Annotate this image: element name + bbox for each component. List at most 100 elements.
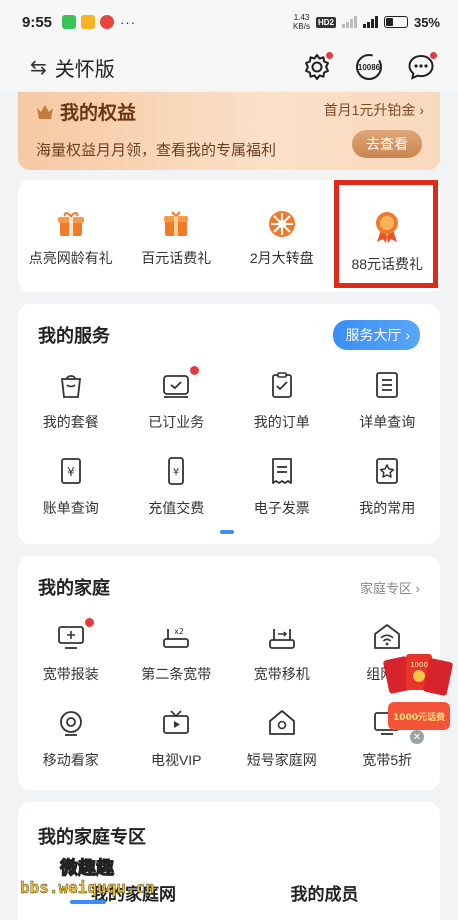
family-item[interactable]: 短号家庭网 xyxy=(229,704,335,790)
family-zone-title: 我的家庭专区 xyxy=(38,827,146,847)
bag-icon xyxy=(60,375,81,398)
messages-button[interactable] xyxy=(406,52,437,82)
family-label: 短号家庭网 xyxy=(246,752,317,768)
highlight-box xyxy=(334,180,438,288)
promo-label: 百元话费礼 xyxy=(141,250,212,266)
service-hall-button[interactable]: 服务大厅 › xyxy=(333,320,420,350)
family-label: 宽带报装 xyxy=(42,666,99,682)
benefits-banner[interactable]: 我的权益 首月1元升铂金 › 海量权益月月领，查看我的专属福利 去查看 xyxy=(18,92,440,170)
family-label: 电视VIP xyxy=(150,752,202,768)
service-label: 充值交费 xyxy=(148,500,205,516)
service-item[interactable]: 我的订单 xyxy=(229,366,335,452)
status-time: 9:55 xyxy=(22,13,53,31)
family-zone-link[interactable]: 家庭专区 › xyxy=(360,578,420,597)
hotline-button[interactable]: 10086 xyxy=(354,52,384,82)
service-item[interactable]: ¥ 账单查询 xyxy=(18,452,124,538)
gift-icon xyxy=(57,212,84,236)
star-doc-icon xyxy=(376,458,399,484)
list-icon xyxy=(376,372,399,398)
benefits-title: 我的权益 xyxy=(60,103,137,124)
service-item[interactable]: 我的常用 xyxy=(335,452,441,538)
view-benefits-button[interactable]: 去查看 xyxy=(352,130,422,158)
promo-item[interactable]: 百元话费礼 xyxy=(124,180,230,292)
family-item[interactable]: 移动看家 xyxy=(18,704,124,790)
battery-icon xyxy=(383,16,408,28)
switch-mode-icon[interactable]: ⇆ xyxy=(30,55,47,80)
service-label: 我的常用 xyxy=(359,500,416,516)
watermark-url: bbs.weiququ.cn xyxy=(20,878,155,897)
notification-dot xyxy=(430,52,437,59)
chevron-right-icon: › xyxy=(415,580,420,596)
family-label: 第二条宽带 xyxy=(141,666,212,682)
service-label: 详单查询 xyxy=(359,414,416,430)
network-speed: 1.43 KB/s xyxy=(293,13,310,31)
gift-box-icon xyxy=(164,211,189,236)
signal-5g-icon xyxy=(362,16,378,28)
notification-dot xyxy=(84,618,94,627)
family-title: 我的家庭 xyxy=(38,578,110,598)
service-label: 电子发票 xyxy=(253,500,310,516)
service-label: 已订业务 xyxy=(148,414,205,430)
app-header: ⇆ 关怀版 10086 xyxy=(0,44,458,90)
family-item[interactable]: 宽带移机 xyxy=(229,618,335,704)
tab-members[interactable]: 我的成员 xyxy=(229,880,420,905)
family-label: 宽带5折 xyxy=(362,752,413,768)
monitor-icon xyxy=(57,626,84,649)
watermark: 微趣趣 bbs.weiququ.cn xyxy=(20,852,210,912)
app-notification-icon xyxy=(100,15,115,29)
app-notification-icon xyxy=(62,15,77,29)
svg-text:1000: 1000 xyxy=(410,661,428,669)
service-item[interactable]: 电子发票 xyxy=(229,452,335,538)
floating-ad[interactable]: 1000 1000元话费 xyxy=(380,652,456,736)
promo-card: 点亮网龄有礼 百元话费礼 2月大转盘 88元话费礼 xyxy=(18,180,440,292)
service-item[interactable]: 已订业务 xyxy=(124,366,230,452)
settings-button[interactable] xyxy=(302,52,333,82)
tv-icon xyxy=(163,710,190,734)
more-notifications-icon: ··· xyxy=(120,14,137,30)
chevron-right-icon: › xyxy=(405,327,410,343)
svg-text:x2: x2 xyxy=(174,627,184,636)
bill-icon: ¥ xyxy=(60,458,81,484)
svg-text:¥: ¥ xyxy=(67,465,75,479)
status-bar: 9:55 ··· 1.43 KB/s HD2 35% xyxy=(0,0,458,44)
family-item[interactable]: 宽带报装 xyxy=(18,618,124,704)
red-envelope-icon: 1000 1000元话费 xyxy=(383,654,453,730)
family-item[interactable]: x2 第二条宽带 xyxy=(124,618,230,704)
family-card: 我的家庭 家庭专区 › 宽带报装 x2 第二条宽带 宽带移机 组网小 移动看家 … xyxy=(18,556,440,790)
service-item[interactable]: 我的套餐 xyxy=(18,366,124,452)
watermark-cn: 微趣趣 xyxy=(60,858,115,879)
upgrade-link[interactable]: 首月1元升铂金 › xyxy=(324,100,424,120)
promo-item[interactable]: 2月大转盘 xyxy=(229,180,335,292)
promo-label: 点亮网龄有礼 xyxy=(28,250,113,266)
service-label: 账单查询 xyxy=(42,500,99,516)
promo-item[interactable]: 点亮网龄有礼 xyxy=(18,180,124,292)
service-label: 我的套餐 xyxy=(42,414,99,430)
family-item[interactable]: 电视VIP xyxy=(124,704,230,790)
svg-text:1000元话费: 1000元话费 xyxy=(393,711,445,723)
battery-percent: 35% xyxy=(413,14,440,30)
wheel-icon xyxy=(268,211,295,237)
chevron-right-icon: › xyxy=(419,102,424,118)
clipboard-icon xyxy=(271,372,292,398)
service-item[interactable]: 详单查询 xyxy=(335,366,441,452)
family-label: 宽带移机 xyxy=(253,666,310,682)
svg-text:¥: ¥ xyxy=(173,467,179,478)
phone-pay-icon: ¥ xyxy=(168,457,185,485)
router-x2-icon: x2 xyxy=(163,627,190,648)
camera-icon xyxy=(59,711,82,736)
page-indicator xyxy=(220,530,234,534)
service-item[interactable]: ¥ 充值交费 xyxy=(124,452,230,538)
hd-badge: HD2 xyxy=(315,16,336,28)
invoice-icon xyxy=(271,458,292,484)
close-icon[interactable]: ✕ xyxy=(410,730,424,744)
notification-dot xyxy=(190,366,200,375)
page-title[interactable]: 关怀版 xyxy=(55,53,115,82)
promo-label: 2月大转盘 xyxy=(249,250,314,266)
services-title: 我的服务 xyxy=(38,326,110,346)
service-label: 我的订单 xyxy=(253,414,310,430)
router-move-icon xyxy=(268,629,295,649)
crown-icon xyxy=(37,104,53,119)
family-label: 移动看家 xyxy=(42,752,99,768)
services-card: 我的服务 服务大厅 › 我的套餐 已订业务 我的订单 详单查询 ¥ 账单查询 ¥… xyxy=(18,304,440,544)
hotline-icon xyxy=(356,54,382,80)
